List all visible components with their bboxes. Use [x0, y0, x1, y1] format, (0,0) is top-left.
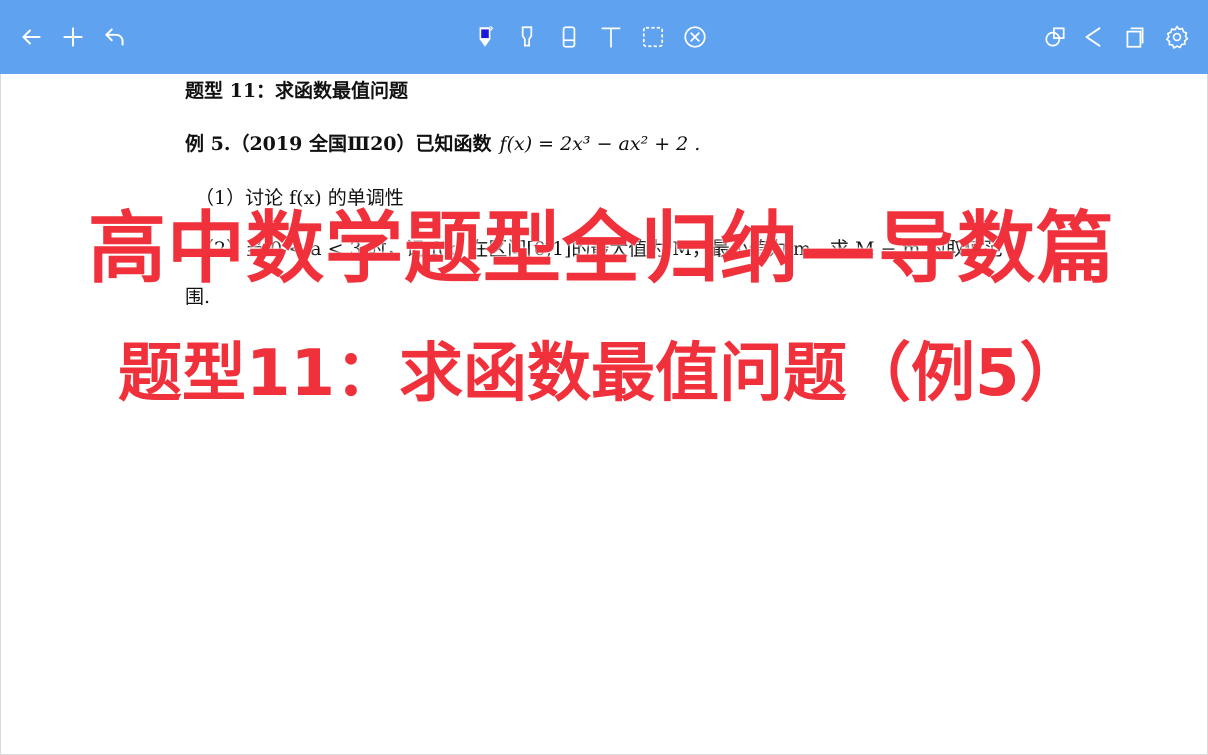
- settings-icon[interactable]: [1158, 18, 1196, 56]
- share-icon[interactable]: [1074, 18, 1112, 56]
- document-page[interactable]: [0, 74, 1208, 755]
- lasso-select-icon[interactable]: [634, 18, 672, 56]
- overlay-subtitle: 题型11：求函数最值问题（例5）: [118, 337, 1084, 411]
- eraser-icon[interactable]: [550, 18, 588, 56]
- undo-icon[interactable]: [96, 18, 134, 56]
- app-toolbar: [0, 0, 1208, 74]
- example-formula: f(x) = 2x³ − ax² + 2 .: [499, 133, 701, 155]
- example-label: 例 5.（2019 全国Ⅲ20）已知函数: [185, 133, 492, 155]
- pen-icon[interactable]: [466, 18, 504, 56]
- clear-icon[interactable]: [676, 18, 714, 56]
- text-tool-icon[interactable]: [592, 18, 630, 56]
- pages-icon[interactable]: [1116, 18, 1154, 56]
- overlay-title: 高中数学题型全归纳—导数篇: [88, 204, 1116, 294]
- highlighter-icon[interactable]: [508, 18, 546, 56]
- doc-example: 例 5.（2019 全国Ⅲ20）已知函数 f(x) = 2x³ − ax² + 2…: [185, 129, 700, 156]
- plus-icon[interactable]: [54, 18, 92, 56]
- back-arrow-icon[interactable]: [12, 18, 50, 56]
- doc-heading: 题型 11：求函数最值问题: [185, 80, 409, 102]
- shapes-icon[interactable]: [1036, 18, 1074, 56]
